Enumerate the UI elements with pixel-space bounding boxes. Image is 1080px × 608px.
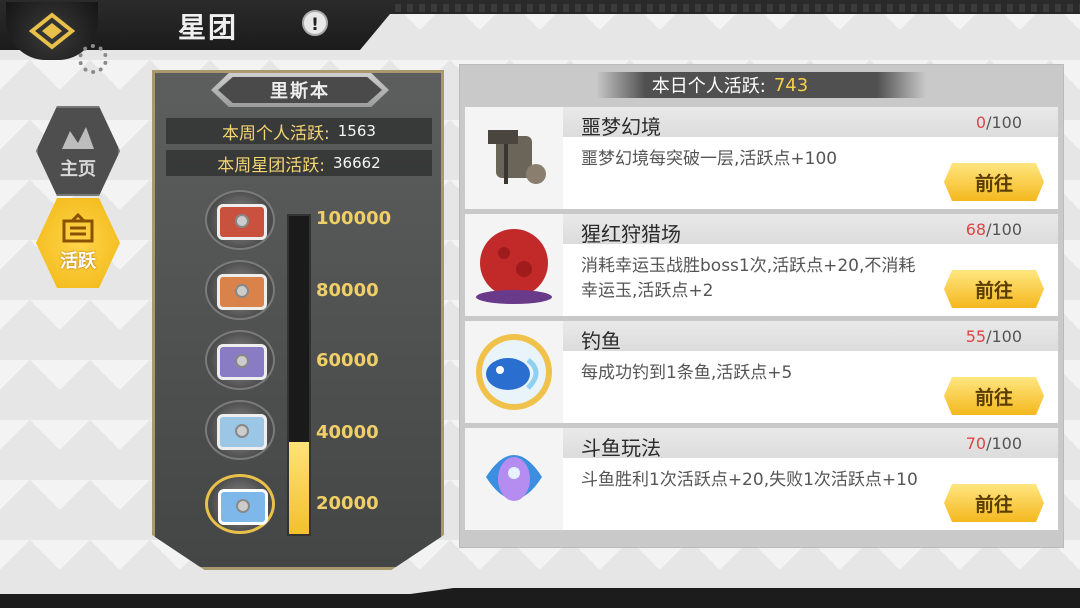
activity-progress-fill <box>289 441 309 534</box>
task-progress: 70/100 <box>966 434 1022 453</box>
weekly-group-row: 本周星团活跃: 36662 <box>166 150 432 176</box>
chest-lock-icon <box>235 214 249 228</box>
chest-lock-icon <box>235 424 249 438</box>
reward-chest-20000[interactable] <box>205 474 275 534</box>
weekly-personal-row: 本周个人活跃: 1563 <box>166 118 432 144</box>
reward-chest-100000[interactable] <box>205 190 275 250</box>
weekly-personal-label: 本周个人活跃: <box>222 123 330 144</box>
daily-activity-value: 743 <box>773 74 809 96</box>
go-button[interactable]: 前往 <box>944 270 1044 308</box>
task-description: 每成功钓到1条鱼,活跃点+5 <box>581 363 793 383</box>
top-bar-stripe <box>395 4 1080 12</box>
chest-lock-icon <box>235 354 249 368</box>
task-progress: 68/100 <box>966 220 1022 239</box>
task-progress: 0/100 <box>976 113 1022 132</box>
task-image <box>465 321 563 423</box>
weekly-personal-value: 1563 <box>337 122 376 140</box>
weekly-group-label: 本周星团活跃: <box>217 155 325 176</box>
task-row: 钓鱼 55/100 每成功钓到1条鱼,活跃点+5 前往 <box>465 321 1058 423</box>
back-arrow-icon <box>28 12 76 50</box>
nav-home-label: 主页 <box>60 159 96 180</box>
chest-lock-icon <box>235 284 249 298</box>
activity-progress-bar <box>287 214 311 536</box>
tick-label: 80000 <box>316 280 379 301</box>
go-button[interactable]: 前往 <box>944 377 1044 415</box>
weekly-group-value: 36662 <box>333 154 381 172</box>
task-description: 噩梦幻境每突破一层,活跃点+100 <box>581 149 838 169</box>
task-progress-max: /100 <box>986 327 1022 346</box>
task-progress: 55/100 <box>966 327 1022 346</box>
stone-golem-icon <box>488 130 546 184</box>
tick-label: 100000 <box>316 208 392 229</box>
tick-label: 20000 <box>316 493 379 514</box>
crystal-orb-icon <box>486 455 542 501</box>
home-icon <box>62 127 94 149</box>
reward-chest-80000[interactable] <box>205 260 275 320</box>
go-button[interactable]: 前往 <box>944 163 1044 201</box>
tick-label: 60000 <box>316 350 379 371</box>
fish-icon <box>476 334 552 410</box>
page-title: 星团 <box>178 11 239 44</box>
gear-decoration-icon <box>78 44 108 74</box>
task-progress-max: /100 <box>986 220 1022 239</box>
info-icon[interactable]: ! <box>302 10 328 36</box>
reward-chest-40000[interactable] <box>205 400 275 460</box>
task-row: 斗鱼玩法 70/100 斗鱼胜利1次活跃点+20,失败1次活跃点+10 前往 <box>465 428 1058 530</box>
task-progress-current: 0 <box>975 113 987 132</box>
panel-banner: 里斯本 <box>211 73 389 107</box>
reward-chest-60000[interactable] <box>205 330 275 390</box>
task-row: 噩梦幻境 0/100 噩梦幻境每突破一层,活跃点+100 前往 <box>465 107 1058 209</box>
daily-activity-header: 本日个人活跃: 743 <box>530 72 930 98</box>
task-title: 噩梦幻境 <box>581 115 661 139</box>
task-progress-current: 70 <box>965 434 987 453</box>
task-title: 猩红狩猎场 <box>581 222 681 246</box>
task-progress-current: 68 <box>965 220 987 239</box>
activity-board-icon <box>62 213 94 243</box>
task-image <box>465 214 563 316</box>
red-moon-icon <box>476 229 552 304</box>
go-button[interactable]: 前往 <box>944 484 1044 522</box>
chest-lock-icon <box>236 499 250 513</box>
panel-banner-text: 里斯本 <box>218 77 382 103</box>
task-description: 斗鱼胜利1次活跃点+20,失败1次活跃点+10 <box>581 470 918 490</box>
nav-activity-label: 活跃 <box>60 251 96 272</box>
task-row: 猩红狩猎场 68/100 消耗幸运玉战胜boss1次,活跃点+20,不消耗幸运玉… <box>465 214 1058 316</box>
task-image <box>465 428 563 530</box>
daily-activity-label: 本日个人活跃: <box>651 76 766 97</box>
tick-label: 40000 <box>316 422 379 443</box>
task-progress-max: /100 <box>986 434 1022 453</box>
task-title: 钓鱼 <box>581 329 621 353</box>
task-image <box>465 107 563 209</box>
task-title: 斗鱼玩法 <box>581 436 661 460</box>
task-description: 消耗幸运玉战胜boss1次,活跃点+20,不消耗幸运玉,活跃点+2 <box>581 256 916 301</box>
task-progress-current: 55 <box>965 327 987 346</box>
task-progress-max: /100 <box>986 113 1022 132</box>
